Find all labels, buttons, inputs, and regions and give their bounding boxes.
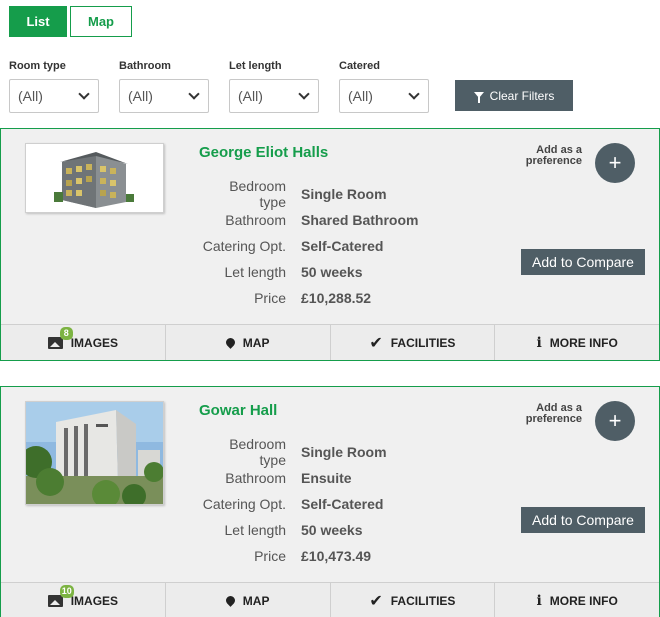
let-length-label: Let length (229, 60, 282, 72)
catering-label: Catering Opt. (202, 238, 286, 254)
tab-facilities[interactable]: ✔ FACILITIES (330, 583, 496, 617)
tab-images-label: IMAGES (70, 593, 119, 608)
add-preference-label: Add as a preference (525, 144, 582, 167)
checkmark-icon: ✔ (369, 334, 383, 352)
bathroom-value: Ensuite (301, 470, 352, 486)
tab-map-label: MAP (242, 335, 270, 350)
tab-map[interactable]: MAP (165, 325, 331, 360)
bedroom-type-value: Single Room (301, 444, 387, 460)
clear-filters-label: Clear Filters (489, 88, 555, 103)
catered-filter: Catered (All) (339, 60, 429, 113)
chevron-down-icon (78, 88, 90, 100)
price-value: £10,288.52 (301, 290, 372, 306)
tab-more-info[interactable]: i MORE INFO (495, 325, 659, 360)
tab-more-info-label: MORE INFO (549, 335, 618, 350)
hall-thumbnail[interactable] (25, 143, 164, 213)
image-count-badge: 8 (59, 326, 73, 340)
room-type-label: Room type (9, 60, 66, 72)
bedroom-type-label: Bedroom type (229, 178, 286, 210)
card-tabbar: 8 IMAGES MAP ✔ FACILITIES i MORE INFO (1, 324, 659, 360)
checkmark-icon: ✔ (369, 592, 383, 610)
let-length-label: Let length (224, 522, 287, 538)
plus-icon: + (608, 150, 622, 175)
add-preference-label: Add as a preference (525, 402, 582, 425)
price-value: £10,473.49 (301, 548, 372, 564)
bathroom-label: Bathroom (225, 470, 286, 486)
card-tabbar: 10 IMAGES MAP ✔ FACILITIES i MORE INFO (1, 582, 659, 617)
image-count-badge: 10 (59, 584, 74, 598)
tab-images[interactable]: 8 IMAGES (1, 325, 166, 360)
building-photo-image (26, 402, 163, 504)
let-length-value: 50 weeks (301, 522, 363, 538)
catering-value: Self-Catered (301, 496, 384, 512)
info-icon: i (536, 334, 542, 351)
chevron-down-icon (188, 88, 200, 100)
price-label: Price (254, 290, 286, 306)
room-type-filter: Room type (All) (9, 60, 99, 113)
tab-map[interactable]: MAP (165, 583, 331, 617)
tab-more-info-label: MORE INFO (549, 593, 618, 608)
map-pin-icon (223, 336, 237, 349)
tab-more-info[interactable]: i MORE INFO (495, 583, 659, 617)
info-icon: i (536, 592, 542, 609)
filter-icon (473, 91, 484, 103)
price-label: Price (254, 548, 286, 564)
hall-card: Gowar Hall Bedroom type Single Room Bathr… (0, 386, 660, 617)
let-length-value: (All) (238, 88, 263, 104)
add-preference-button[interactable]: + (595, 401, 635, 441)
catered-value: (All) (348, 88, 373, 104)
view-toggle: List Map (9, 6, 132, 37)
tab-images[interactable]: 10 IMAGES (1, 583, 166, 617)
catering-value: Self-Catered (301, 238, 384, 254)
tab-map-label: MAP (242, 593, 270, 608)
room-type-select[interactable]: (All) (9, 79, 99, 113)
bathroom-label: Bathroom (225, 212, 286, 228)
let-length-label: Let length (224, 264, 287, 280)
add-preference-button[interactable]: + (595, 143, 635, 183)
room-type-value: (All) (18, 88, 43, 104)
hall-details: Bedroom type Single Room Bathroom Ensuite … (201, 436, 387, 569)
catered-select[interactable]: (All) (339, 79, 429, 113)
bedroom-type-label: Bedroom type (229, 436, 286, 468)
hall-name[interactable]: Gowar Hall (199, 402, 277, 419)
let-length-filter: Let length (All) (229, 60, 319, 113)
hall-details: Bedroom type Single Room Bathroom Shared B… (201, 178, 419, 311)
tab-facilities-label: FACILITIES (390, 335, 456, 350)
plus-icon: + (608, 408, 622, 433)
tab-facilities[interactable]: ✔ FACILITIES (330, 325, 496, 360)
add-to-compare-button[interactable]: Add to Compare (521, 507, 645, 533)
map-view-button[interactable]: Map (70, 6, 132, 37)
chevron-down-icon (298, 88, 310, 100)
hall-card: George Eliot Halls Bedroom type Single Ro… (0, 128, 660, 361)
tab-facilities-label: FACILITIES (390, 593, 456, 608)
hall-name[interactable]: George Eliot Halls (199, 144, 328, 161)
bathroom-select[interactable]: (All) (119, 79, 209, 113)
bathroom-value: (All) (128, 88, 153, 104)
bathroom-filter: Bathroom (All) (119, 60, 209, 113)
add-to-compare-button[interactable]: Add to Compare (521, 249, 645, 275)
list-view-button[interactable]: List (9, 6, 67, 37)
tab-images-label: IMAGES (70, 335, 119, 350)
let-length-select[interactable]: (All) (229, 79, 319, 113)
building-render-image (26, 144, 163, 212)
catering-label: Catering Opt. (202, 496, 286, 512)
clear-filters-button[interactable]: Clear Filters (455, 80, 573, 111)
bathroom-label: Bathroom (119, 60, 171, 72)
bathroom-value: Shared Bathroom (301, 212, 419, 228)
map-pin-icon (223, 594, 237, 607)
catered-label: Catered (339, 60, 380, 72)
let-length-value: 50 weeks (301, 264, 363, 280)
hall-thumbnail[interactable] (25, 401, 164, 505)
chevron-down-icon (408, 88, 420, 100)
bedroom-type-value: Single Room (301, 186, 387, 202)
